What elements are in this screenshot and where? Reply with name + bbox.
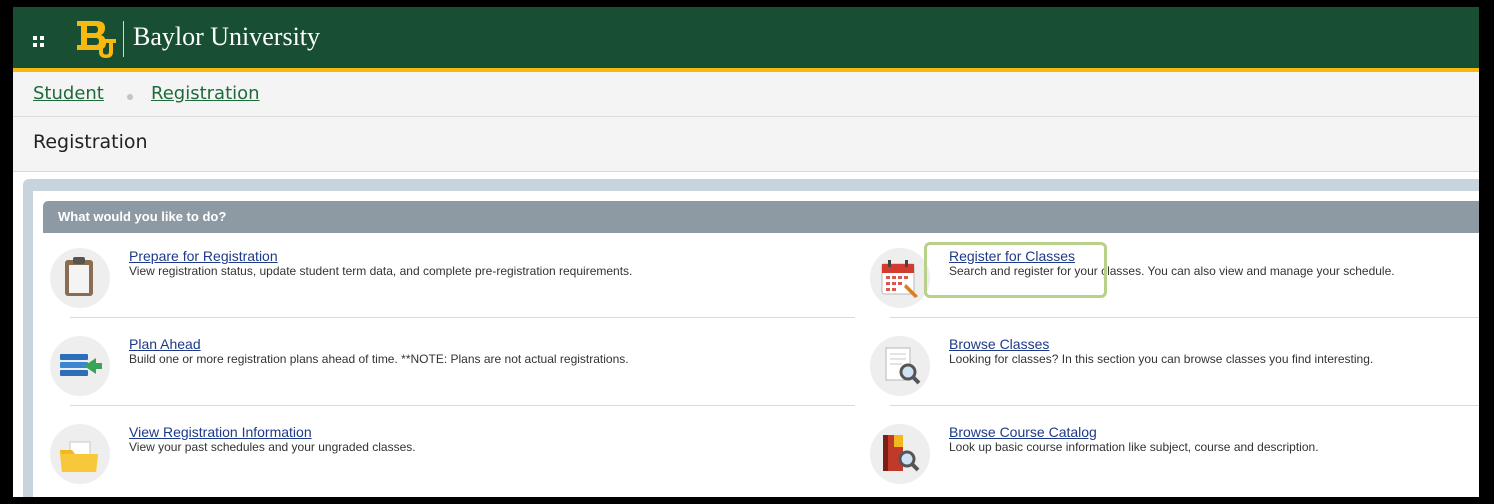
calendar-icon bbox=[870, 248, 930, 308]
section-title: What would you like to do? bbox=[58, 209, 227, 224]
link-plan-ahead[interactable]: Plan Ahead bbox=[129, 336, 201, 352]
item-view-registration-information: View Registration Information View your … bbox=[50, 424, 850, 484]
item-plan-ahead: Plan Ahead Build one or more registratio… bbox=[50, 336, 850, 396]
app-grid-icon[interactable] bbox=[33, 36, 45, 48]
desc-view-registration-information: View your past schedules and your ungrad… bbox=[129, 440, 416, 454]
title-bar: Registration bbox=[13, 117, 1479, 172]
university-name[interactable]: Baylor University bbox=[133, 22, 320, 52]
folder-icon bbox=[50, 424, 110, 484]
link-view-registration-information[interactable]: View Registration Information bbox=[129, 424, 312, 440]
highlight-annotation bbox=[924, 242, 1107, 298]
browser-viewport: Baylor University Student Registration R… bbox=[13, 7, 1479, 497]
breadcrumb-student[interactable]: Student bbox=[33, 83, 104, 104]
desc-browse-classes: Looking for classes? In this section you… bbox=[949, 352, 1374, 366]
item-prepare-for-registration: Prepare for Registration View registrati… bbox=[50, 248, 850, 308]
breadcrumb-separator bbox=[127, 94, 133, 100]
document-search-icon bbox=[870, 336, 930, 396]
breadcrumb: Student Registration bbox=[13, 72, 1479, 117]
page-title: Registration bbox=[33, 131, 148, 153]
item-divider bbox=[70, 317, 855, 318]
item-browse-course-catalog: Browse Course Catalog Look up basic cour… bbox=[870, 424, 1470, 484]
item-divider bbox=[890, 317, 1479, 318]
content-panel: What would you like to do? Prepare for R… bbox=[23, 179, 1479, 497]
link-browse-course-catalog[interactable]: Browse Course Catalog bbox=[949, 424, 1097, 440]
item-divider bbox=[70, 405, 855, 406]
link-prepare-for-registration[interactable]: Prepare for Registration bbox=[129, 248, 278, 264]
baylor-logo-icon[interactable] bbox=[75, 19, 117, 59]
desc-plan-ahead: Build one or more registration plans ahe… bbox=[129, 352, 629, 366]
desc-prepare-for-registration: View registration status, update student… bbox=[129, 264, 633, 278]
link-browse-classes[interactable]: Browse Classes bbox=[949, 336, 1049, 352]
clipboard-icon bbox=[50, 248, 110, 308]
item-divider bbox=[890, 405, 1479, 406]
desc-browse-course-catalog: Look up basic course information like su… bbox=[949, 440, 1319, 454]
item-browse-classes: Browse Classes Looking for classes? In t… bbox=[870, 336, 1470, 396]
plan-list-icon bbox=[50, 336, 110, 396]
logo-divider bbox=[123, 21, 124, 57]
book-search-icon bbox=[870, 424, 930, 484]
breadcrumb-registration[interactable]: Registration bbox=[151, 83, 260, 104]
content-panel-inner: What would you like to do? Prepare for R… bbox=[33, 191, 1479, 497]
section-header: What would you like to do? bbox=[43, 201, 1479, 233]
app-header: Baylor University bbox=[13, 7, 1479, 72]
